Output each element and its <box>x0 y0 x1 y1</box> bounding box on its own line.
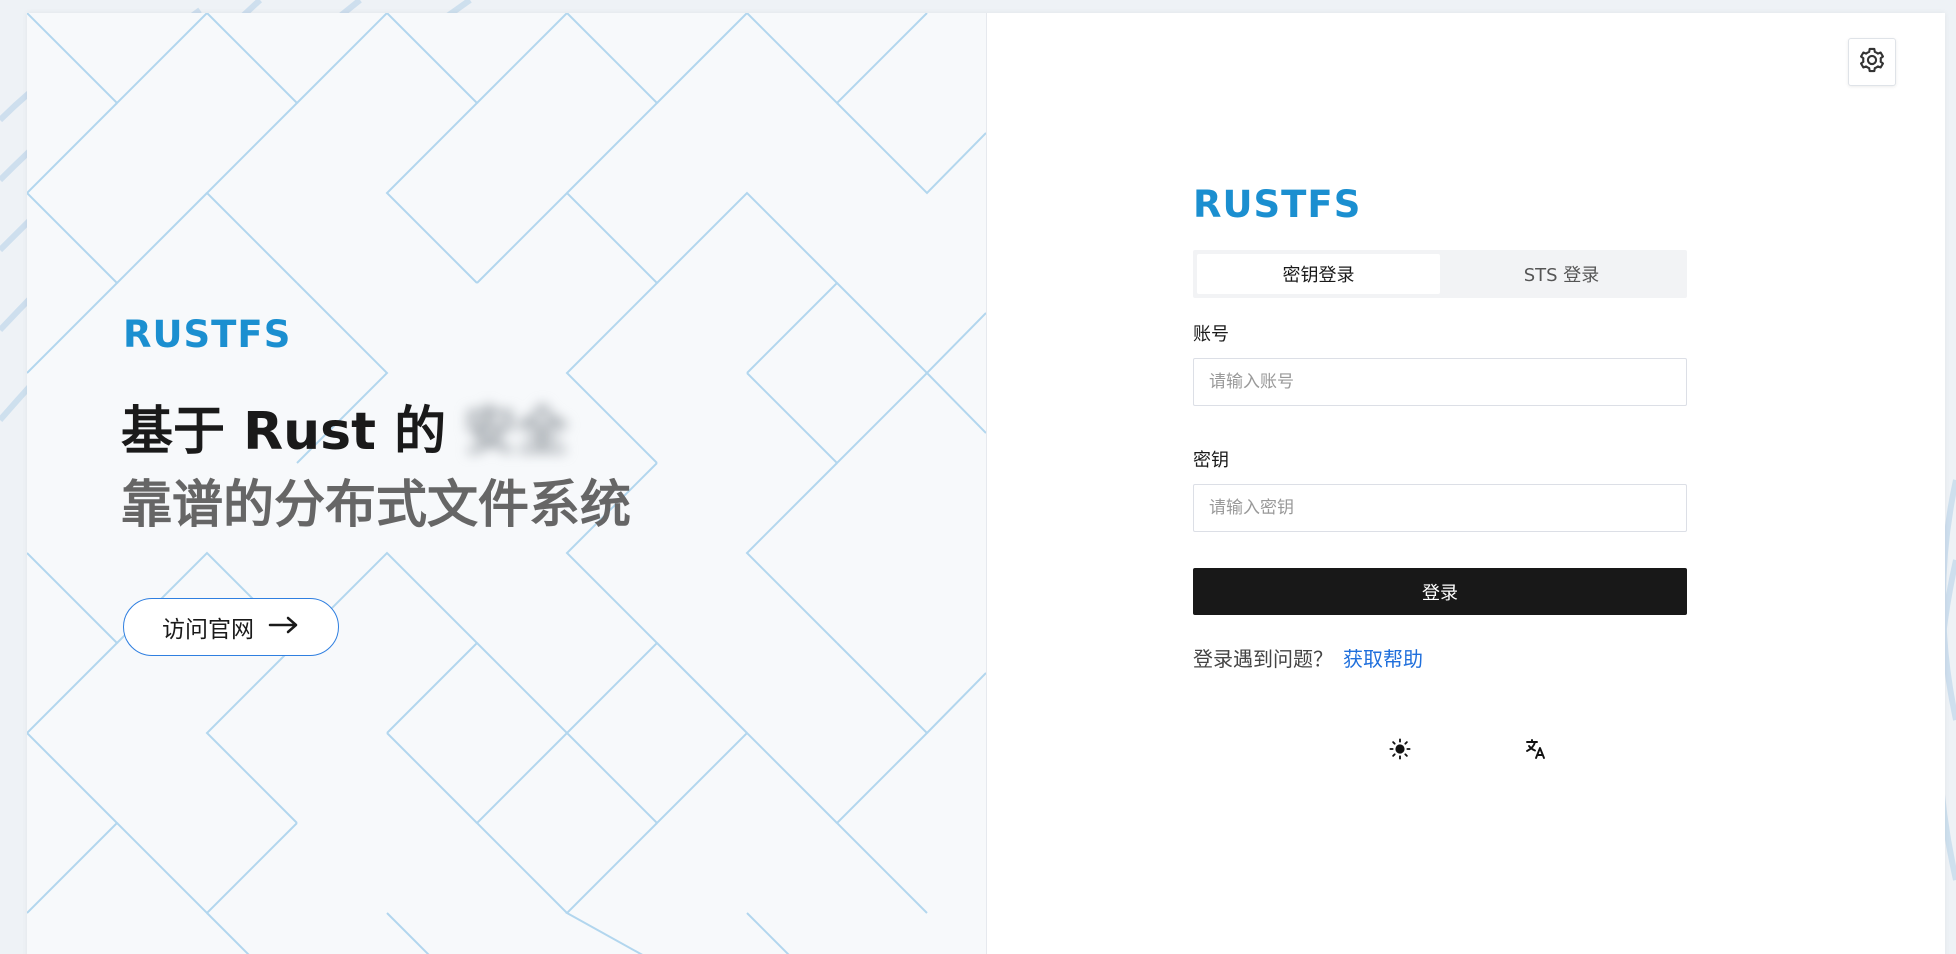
login-form: RUSTFS 密钥登录 STS 登录 账号 密钥 登录 登录遇到问题？ 获取帮助 <box>1193 180 1717 672</box>
get-help-link[interactable]: 获取帮助 <box>1343 647 1423 671</box>
theme-toggle-button[interactable] <box>1380 736 1420 766</box>
help-prompt: 登录遇到问题？ <box>1193 647 1333 671</box>
translate-icon <box>1524 737 1548 765</box>
language-switch-button[interactable] <box>1516 736 1556 766</box>
secret-input[interactable] <box>1193 484 1687 532</box>
utility-toolbar <box>1380 736 1556 766</box>
gear-icon <box>1858 46 1886 78</box>
sun-icon <box>1389 738 1411 764</box>
hero-panel: RUSTFS 基于 Rust 的 安全 靠谱的分布式文件系统 访问官网 <box>27 13 987 954</box>
visit-website-label: 访问官网 <box>162 617 254 643</box>
hero-logo: RUSTFS <box>123 313 292 356</box>
tab-sts-login[interactable]: STS 登录 <box>1440 254 1683 294</box>
secret-label: 密钥 <box>1193 450 1229 471</box>
hero-title-line1: 基于 Rust 的 安全 <box>121 389 568 464</box>
login-tabs: 密钥登录 STS 登录 <box>1193 250 1687 298</box>
account-input[interactable] <box>1193 358 1687 406</box>
login-page: RUSTFS 基于 Rust 的 安全 靠谱的分布式文件系统 访问官网 RUST… <box>0 0 1956 954</box>
login-button[interactable]: 登录 <box>1193 568 1687 615</box>
visit-website-button[interactable]: 访问官网 <box>123 598 339 656</box>
account-label: 账号 <box>1193 324 1229 345</box>
tab-secret-key-login[interactable]: 密钥登录 <box>1197 254 1440 294</box>
settings-button[interactable] <box>1848 38 1896 86</box>
login-logo: RUSTFS <box>1193 183 1362 226</box>
hero-title-text: 基于 Rust 的 <box>121 402 447 462</box>
help-row: 登录遇到问题？ 获取帮助 <box>1193 643 1717 672</box>
hero-title-animated-word: 安全 <box>464 402 569 462</box>
arrow-right-icon <box>268 614 300 640</box>
hero-title-line2: 靠谱的分布式文件系统 <box>121 476 632 535</box>
